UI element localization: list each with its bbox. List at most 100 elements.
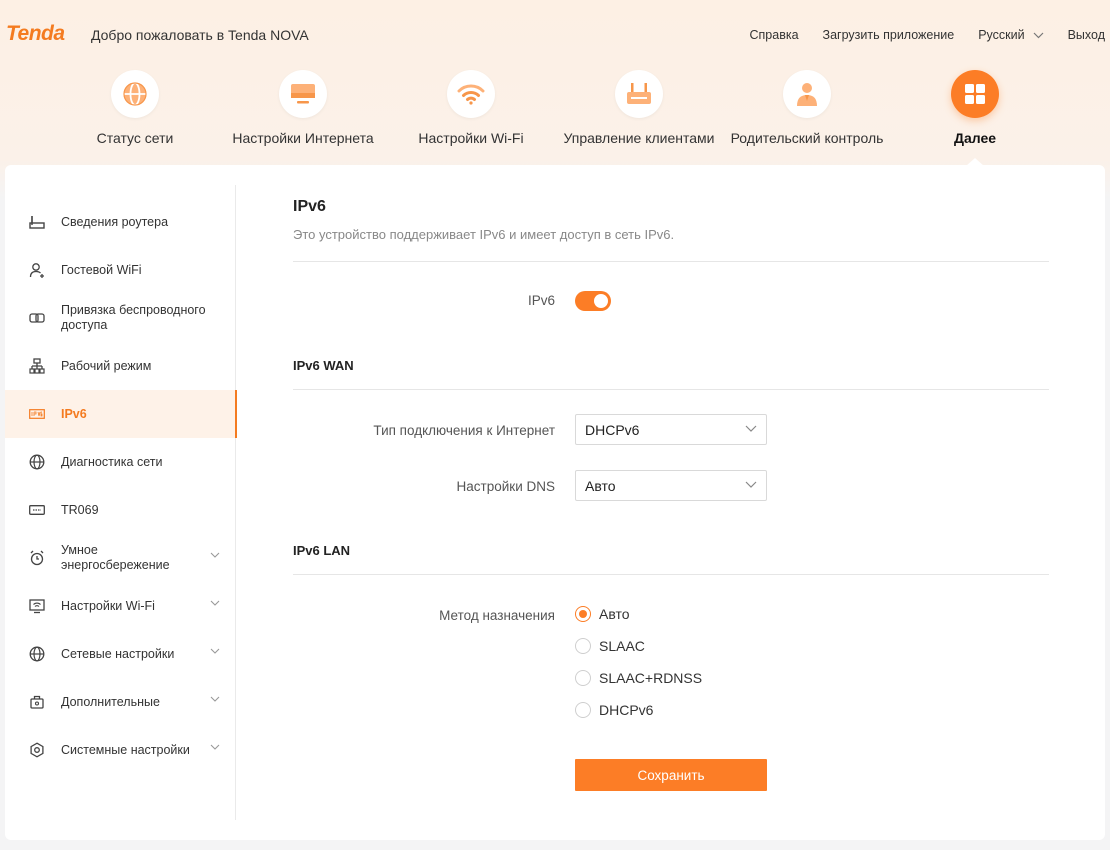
sidebar-item-label: Рабочий режим [61, 358, 152, 373]
sidebar-item-label: Системные настройки [61, 742, 190, 757]
wifi-icon [447, 70, 495, 118]
grid-icon [951, 70, 999, 118]
radio-button[interactable] [575, 638, 591, 654]
ipv6-icon [27, 404, 47, 424]
chevron-down-icon [210, 600, 220, 606]
connection-type-value: DHCPv6 [585, 422, 640, 438]
sidebar-item-label: Привязка беспроводного доступа [61, 303, 206, 332]
topology-icon [27, 356, 47, 376]
sidebar-item-network-settings[interactable]: Сетевые настройки [5, 630, 236, 678]
sidebar-item-wireless-binding[interactable]: Привязка беспроводного доступа [5, 294, 236, 342]
sidebar-item-label: IPv6 [61, 406, 87, 421]
language-select[interactable]: Русский [978, 28, 1044, 42]
globe-icon [27, 644, 47, 664]
sidebar-item-guest-wifi[interactable]: Гостевой WiFi [5, 246, 236, 294]
radio-label: SLAAC [599, 638, 645, 654]
lan-section-title: IPv6 LAN [293, 543, 351, 558]
tr069-icon [27, 500, 47, 520]
divider [293, 574, 1049, 575]
sidebar-item-energy-saving[interactable]: Умное энергосбережение [5, 534, 236, 582]
connection-type-select[interactable]: DHCPv6 [575, 414, 767, 445]
dns-settings-label: Настройки DNS [456, 479, 555, 494]
sidebar-item-work-mode[interactable]: Рабочий режим [5, 342, 236, 390]
nav-label: Настройки Wi-Fi [418, 130, 524, 146]
nav-more[interactable]: Далее [891, 70, 1059, 146]
dns-settings-value: Авто [585, 478, 616, 494]
nav-label: Родительский контроль [730, 130, 884, 146]
parent-icon [783, 70, 831, 118]
chevron-down-icon [210, 696, 220, 702]
sidebar-item-wifi-settings[interactable]: Настройки Wi-Fi [5, 582, 236, 630]
radio-label: DHCPv6 [599, 702, 654, 718]
ipv6-toggle[interactable] [575, 291, 611, 311]
sidebar: Сведения роутера Гостевой WiFi Привязка … [5, 185, 237, 820]
radio-button[interactable] [575, 702, 591, 718]
assign-method-label: Метод назначения [439, 608, 555, 623]
radio-button[interactable] [575, 670, 591, 686]
chevron-down-icon [210, 744, 220, 750]
top-links: Справка Загрузить приложение Русский Вых… [750, 28, 1110, 42]
tenda-logo: Tenda [6, 22, 65, 45]
chevron-down-icon [745, 481, 757, 488]
welcome-text: Добро пожаловать в Tenda NOVA [91, 27, 309, 43]
connection-type-label: Тип подключения к Интернет [373, 423, 555, 438]
guest-user-icon [27, 260, 47, 280]
sidebar-item-tr069[interactable]: TR069 [5, 486, 236, 534]
radio-auto[interactable]: Авто [575, 606, 630, 622]
sidebar-item-diagnostics[interactable]: Диагностика сети [5, 438, 236, 486]
link-icon [27, 308, 47, 328]
top-bar: Tenda Добро пожаловать в Tenda NOVA Спра… [0, 0, 1110, 70]
ipv6-content: IPv6 Это устройство поддерживает IPv6 и … [293, 165, 1049, 840]
nav-client-management[interactable]: Управление клиентами [555, 70, 723, 146]
radio-dhcpv6[interactable]: DHCPv6 [575, 702, 653, 718]
sidebar-item-label: TR069 [61, 502, 99, 517]
globe-icon [27, 452, 47, 472]
help-link[interactable]: Справка [750, 28, 799, 42]
sidebar-item-label: Диагностика сети [61, 454, 163, 469]
chevron-down-icon [745, 425, 757, 432]
page-description: Это устройство поддерживает IPv6 и имеет… [293, 227, 675, 242]
router-info-icon [27, 212, 47, 232]
nav-label: Статус сети [96, 130, 174, 146]
save-button[interactable]: Сохранить [575, 759, 767, 791]
sidebar-item-label: Умное энергосбережение [61, 543, 170, 572]
nav-label: Настройки Интернета [232, 130, 374, 146]
gear-icon [27, 740, 47, 760]
sidebar-item-system-settings[interactable]: Системные настройки [5, 726, 236, 774]
download-app-link[interactable]: Загрузить приложение [823, 28, 955, 42]
radio-label: SLAAC+RDNSS [599, 670, 703, 686]
alarm-icon [27, 548, 47, 568]
main-nav: Статус сети Настройки Интернета Настройк… [0, 70, 1110, 166]
nav-wifi-settings[interactable]: Настройки Wi-Fi [387, 70, 555, 146]
nav-network-status[interactable]: Статус сети [51, 70, 219, 146]
sidebar-item-label: Настройки Wi-Fi [61, 598, 155, 613]
language-label: Русский [978, 28, 1025, 42]
sidebar-item-label: Гостевой WiFi [61, 262, 142, 277]
nav-parental-control[interactable]: Родительский контроль [723, 70, 891, 146]
logout-link[interactable]: Выход [1068, 28, 1105, 42]
globe-icon [111, 70, 159, 118]
sidebar-item-label: Дополнительные [61, 694, 160, 709]
nav-label: Далее [953, 130, 997, 146]
radio-slaac[interactable]: SLAAC [575, 638, 645, 654]
dns-settings-select[interactable]: Авто [575, 470, 767, 501]
wan-section-title: IPv6 WAN [293, 358, 354, 373]
radio-label: Авто [599, 606, 630, 622]
sidebar-item-ipv6[interactable]: IPv6 [5, 390, 237, 438]
toolbox-icon [27, 692, 47, 712]
chevron-down-icon [210, 648, 220, 654]
sidebar-item-label: Сведения роутера [61, 214, 169, 229]
radio-slaac-rdnss[interactable]: SLAAC+RDNSS [575, 670, 702, 686]
divider [293, 389, 1049, 390]
sidebar-item-advanced[interactable]: Дополнительные [5, 678, 236, 726]
divider [293, 261, 1049, 262]
toggle-knob [594, 294, 608, 308]
sidebar-item-router-info[interactable]: Сведения роутера [5, 198, 236, 246]
chevron-down-icon [210, 552, 220, 558]
chevron-down-icon [1033, 32, 1044, 38]
nav-label: Управление клиентами [563, 130, 715, 146]
main-panel: Сведения роутера Гостевой WiFi Привязка … [5, 165, 1105, 840]
sidebar-item-label: Сетевые настройки [61, 646, 175, 661]
radio-button[interactable] [575, 606, 591, 622]
nav-internet-settings[interactable]: Настройки Интернета [219, 70, 387, 146]
